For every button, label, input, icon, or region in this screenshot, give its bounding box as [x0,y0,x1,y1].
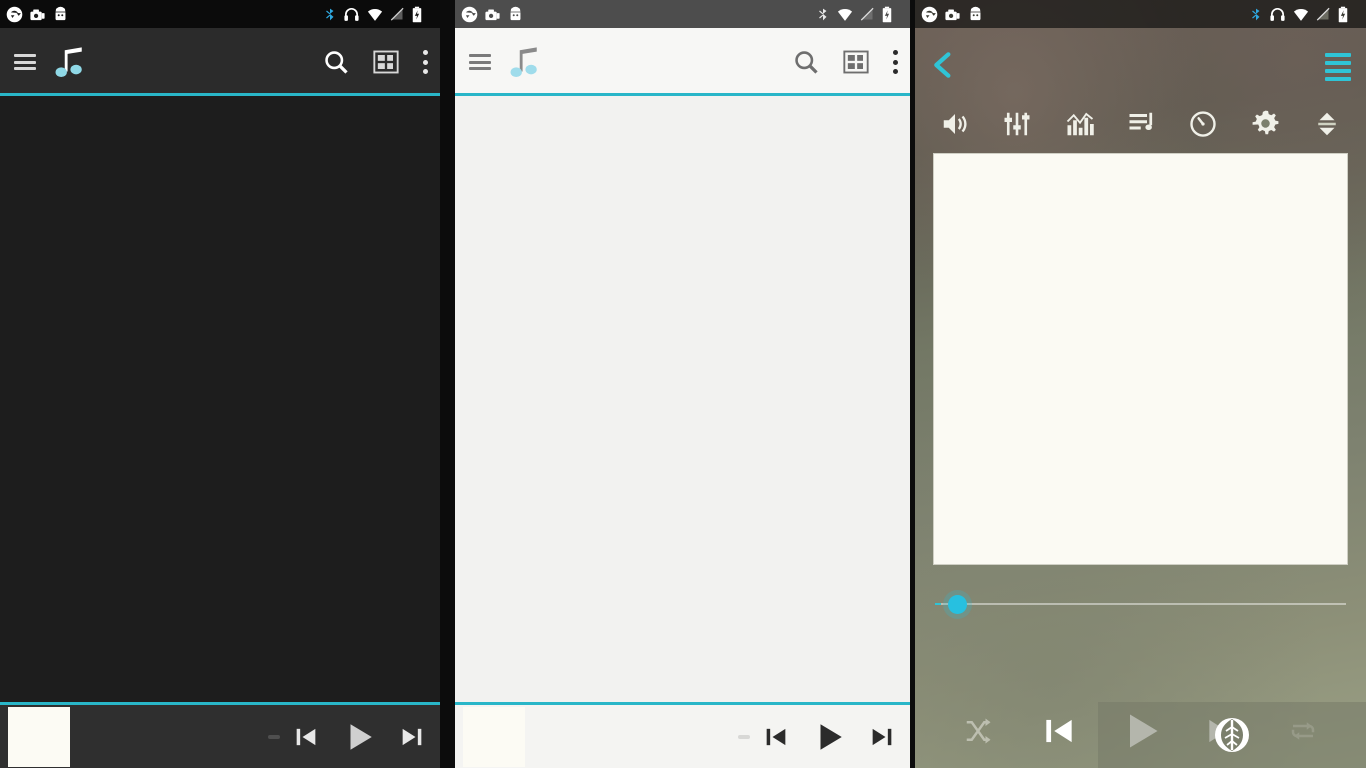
sync-icon [461,6,478,22]
status-system-icons [1249,6,1358,23]
android-icon [970,6,981,20]
seek-thumb[interactable] [948,595,967,614]
status-bar [915,0,1366,28]
now-playing-screen [915,0,1366,768]
bluetooth-icon [819,8,827,20]
volume-icon[interactable] [939,109,971,139]
overflow-menu-icon[interactable] [422,50,428,74]
headphones-icon [344,7,359,21]
song-grid [455,96,910,106]
previous-slot [1018,712,1099,750]
action-bar-actions [792,48,898,76]
panel-now-playing [915,0,1366,768]
grid-view-icon[interactable] [842,48,870,76]
signal-off-icon [390,7,404,21]
playlist-note-icon[interactable] [1127,109,1157,139]
status-system-icons [323,6,432,23]
music-note-icon [510,47,537,78]
android-icon [55,6,66,20]
camera-icon [485,9,500,20]
sync-icon [6,6,23,22]
bluetooth-icon [1252,8,1260,20]
album-art-large [933,153,1348,565]
shuffle-icon[interactable] [963,716,993,746]
battery-icon [882,6,892,22]
settings-gear-icon[interactable] [1250,108,1281,139]
status-system-icons [816,6,902,23]
signal-off-icon [860,7,874,21]
hamburger-icon[interactable] [469,54,491,70]
panel-divider-left [440,0,455,768]
equalizer-icon[interactable] [1002,109,1032,139]
queue-list-icon[interactable] [1310,53,1366,81]
leaf-brain-icon [1215,718,1249,752]
title-block [507,42,551,82]
seek-bar[interactable] [935,593,1346,615]
grid-view-icon[interactable] [372,48,400,76]
visualizer-icon[interactable] [1064,109,1096,139]
title-block [52,42,96,82]
seek-track [935,603,1346,605]
mini-queue-position [268,734,280,739]
skip-next-icon[interactable] [868,723,896,751]
mini-player-dark [0,702,440,768]
action-bar-accent-underline [455,93,910,96]
mini-queue-position [738,734,750,739]
three-panel-screenshot [0,0,1366,768]
shuffle-slot [937,716,1018,746]
battery-icon [1338,6,1348,22]
hamburger-icon[interactable] [14,54,36,70]
action-bar [455,28,910,96]
status-notification-icons [461,6,524,23]
mini-transport-controls [762,720,910,754]
sleep-timer-icon[interactable] [1188,109,1218,139]
seek-progress-fill [935,603,941,605]
overflow-menu-icon[interactable] [892,50,898,74]
progress-section [915,565,1366,615]
bluetooth-icon [326,8,334,20]
action-bar-actions [322,48,428,76]
music-note-icon [55,47,82,78]
berokal-watermark [1098,702,1366,768]
mini-album-art [463,706,525,767]
mini-album-art [8,706,70,767]
status-notification-icons [921,6,984,23]
skip-previous-icon[interactable] [762,723,790,751]
play-icon[interactable] [342,720,376,754]
sync-icon [921,6,938,22]
camera-icon [30,9,45,20]
android-icon [510,6,521,20]
wifi-icon [367,8,383,21]
wifi-icon [837,8,853,21]
skip-previous-icon[interactable] [1040,712,1078,750]
mini-transport-controls [292,720,440,754]
panel-song-list-dark [0,0,440,768]
player-tool-row [915,102,1366,149]
action-bar-accent-underline [0,93,440,96]
now-playing-header [915,28,1366,102]
play-icon[interactable] [812,720,846,754]
status-notification-icons [6,6,69,23]
signal-off-icon [1316,7,1330,21]
back-chevron-icon[interactable] [915,48,971,87]
headphones-icon [1270,7,1285,21]
mini-player-light [455,702,910,768]
skip-next-icon[interactable] [398,723,426,751]
battery-icon [412,6,422,22]
search-icon[interactable] [792,48,820,76]
action-bar [0,28,440,96]
panel-song-grid-light [455,0,910,768]
search-icon[interactable] [322,48,350,76]
status-bar [455,0,910,28]
status-bar [0,0,440,28]
expand-collapse-icon[interactable] [1312,109,1342,139]
skip-previous-icon[interactable] [292,723,320,751]
camera-icon [945,9,960,20]
wifi-icon [1293,8,1309,21]
